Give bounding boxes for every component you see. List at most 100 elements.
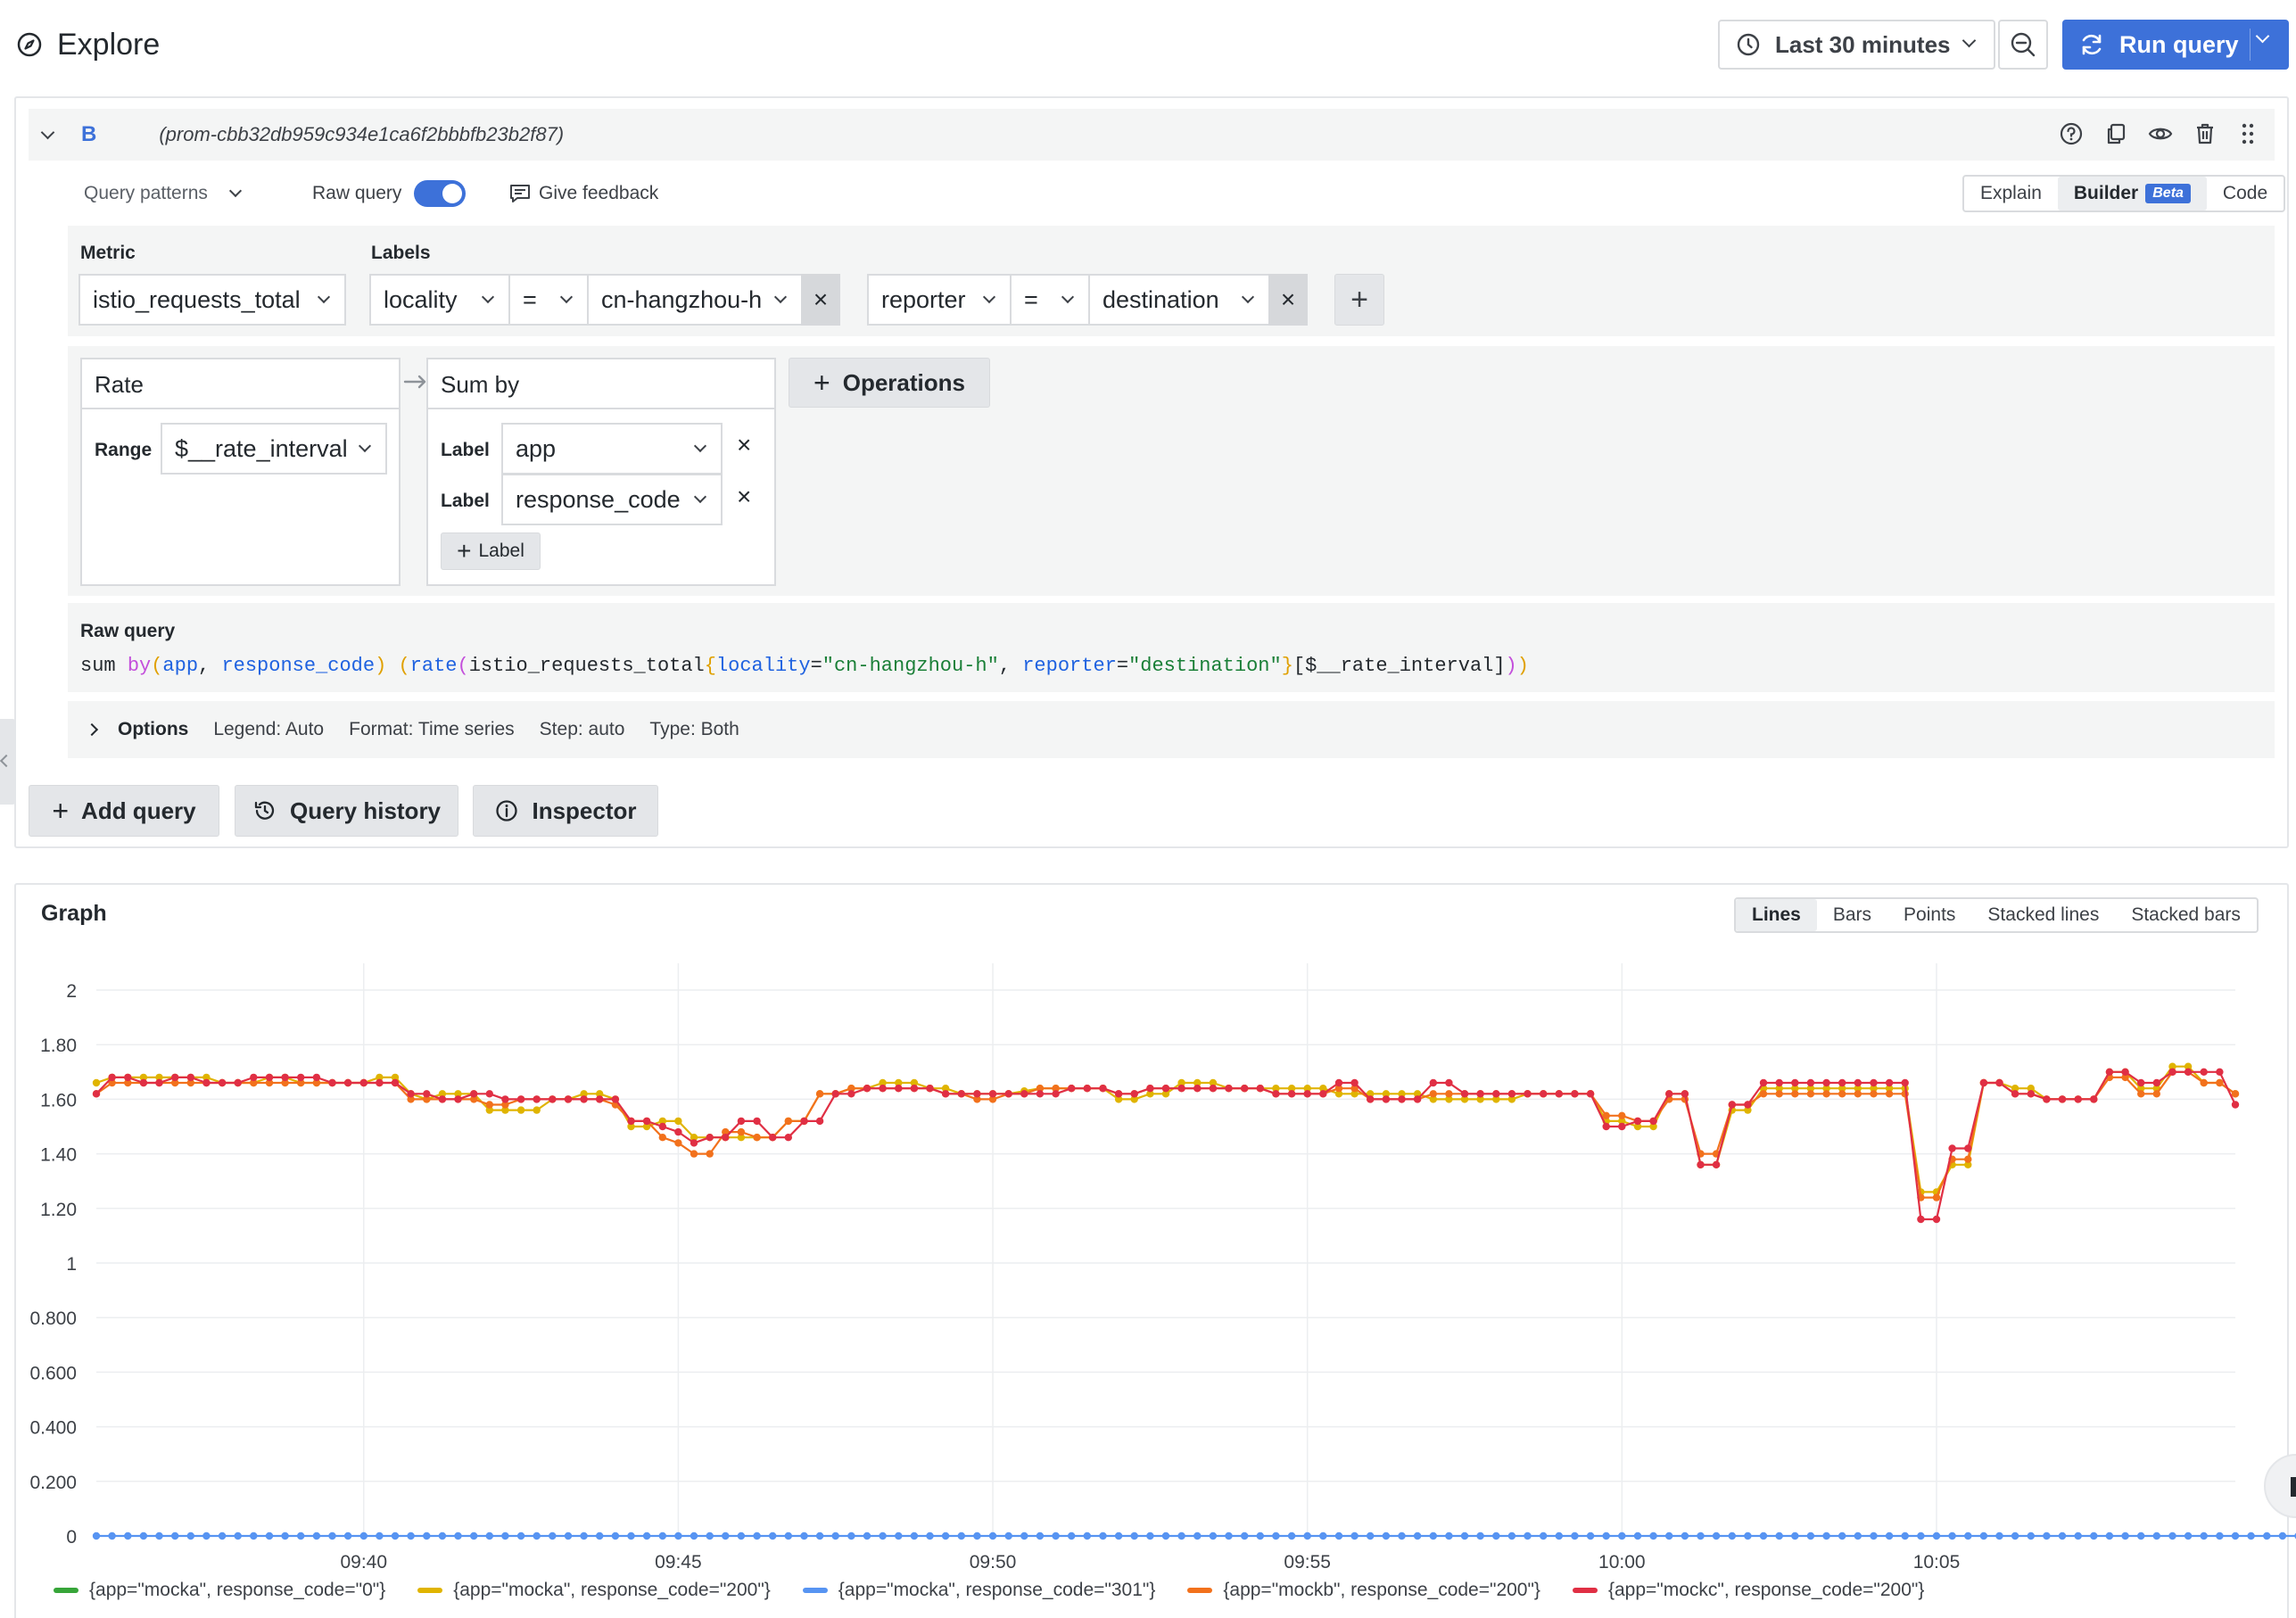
data-point (359, 1078, 368, 1087)
legend-item[interactable]: {app="mockb", response_code="200"} (1187, 1580, 1540, 1601)
view-lines[interactable]: Lines (1736, 899, 1817, 931)
data-point (92, 1078, 101, 1087)
chevron-down-icon (773, 290, 788, 304)
range-label: Range (95, 440, 153, 460)
data-point (501, 1095, 509, 1103)
chevron-down-icon (1962, 33, 1977, 48)
view-points[interactable]: Points (1887, 899, 1971, 931)
eye-icon[interactable] (2148, 121, 2173, 146)
data-point (250, 1531, 258, 1540)
data-point (863, 1531, 871, 1540)
data-point (155, 1531, 163, 1540)
view-bars[interactable]: Bars (1817, 899, 1887, 931)
time-range-picker[interactable]: Last 30 minutes (1718, 20, 1995, 70)
legend-label: {app="mocka", response_code="200"} (453, 1580, 771, 1600)
data-point (1161, 1085, 1170, 1093)
data-point (1995, 1531, 2003, 1540)
range-select[interactable]: $__rate_interval (161, 423, 387, 475)
data-point (328, 1531, 336, 1540)
y-tick-label: 1.60 (40, 1090, 77, 1110)
mode-code[interactable]: Code (2207, 177, 2284, 211)
time-series-chart[interactable]: 2 1.80 1.60 1.40 1.20 1 0.800 0.600 0.400 0.200 0 0… (0, 945, 2296, 1583)
label-value-select[interactable]: destination (1088, 274, 1270, 326)
sumby-label-select[interactable]: response_code (501, 474, 723, 525)
mode-builder[interactable]: Builder Beta (2057, 177, 2207, 211)
data-point (2152, 1090, 2160, 1098)
duplicate-icon[interactable] (2103, 121, 2128, 146)
label-value-select[interactable]: cn-hangzhou-h (587, 274, 803, 326)
data-point (1791, 1090, 1799, 1098)
data-point (516, 1531, 525, 1540)
view-stacked-lines-label: Stacked lines (1987, 904, 2100, 925)
legend-item[interactable]: {app="mockc", response_code="200"} (1572, 1580, 1924, 1601)
add-operation-button[interactable]: + Operations (789, 358, 990, 408)
remove-label-filter-button[interactable]: × (801, 274, 840, 326)
trash-icon[interactable] (2193, 121, 2218, 146)
data-point (124, 1073, 132, 1082)
data-point (1681, 1090, 1689, 1098)
label-operator-select[interactable]: = (1010, 274, 1090, 326)
view-stacked-lines[interactable]: Stacked lines (1971, 899, 2115, 931)
data-point (1964, 1144, 1972, 1152)
query-history-button[interactable]: Query history (235, 785, 458, 837)
run-query-button[interactable]: Run query (2062, 20, 2289, 70)
data-point (1775, 1078, 1783, 1087)
remove-sumby-label-button[interactable]: × (737, 433, 751, 458)
options-legend: Legend: Auto (213, 719, 325, 739)
drag-handle-icon[interactable] (2239, 121, 2257, 146)
data-point (973, 1531, 981, 1540)
data-point (1822, 1531, 1830, 1540)
zoom-out-button[interactable] (1998, 20, 2048, 70)
legend-item[interactable]: {app="mocka", response_code="301"} (802, 1580, 1155, 1601)
page-header: Explore (16, 25, 160, 64)
inspector-button[interactable]: Inspector (473, 785, 658, 837)
sumby-label-select[interactable]: app (501, 423, 723, 475)
data-point (281, 1073, 289, 1082)
side-collapse-handle[interactable] (0, 719, 16, 805)
data-point (658, 1531, 666, 1540)
metric-select[interactable]: istio_requests_total (78, 274, 346, 326)
add-sumby-label-button[interactable]: + Label (441, 532, 541, 570)
data-point (359, 1531, 368, 1540)
data-point (879, 1531, 887, 1540)
chevron-down-icon[interactable] (2255, 29, 2270, 44)
legend-item[interactable]: {app="mocka", response_code="200"} (417, 1580, 771, 1601)
add-label-filter-button[interactable]: + (1334, 274, 1384, 326)
data-point (1964, 1531, 1972, 1540)
label-key-select[interactable]: reporter (867, 274, 1012, 326)
data-point (376, 1078, 384, 1087)
query-patterns-dropdown[interactable]: Query patterns (84, 178, 242, 209)
data-point (250, 1073, 258, 1082)
mode-explain[interactable]: Explain (1964, 177, 2058, 211)
sumby-card-title: Sum by (428, 359, 774, 409)
legend-swatch (417, 1588, 443, 1593)
options-row[interactable]: Options Legend: Auto Format: Time series… (68, 701, 2275, 758)
view-lines-label: Lines (1752, 904, 1801, 925)
data-point (769, 1531, 777, 1540)
raw-query-toggle[interactable] (414, 180, 467, 207)
data-point (831, 1531, 839, 1540)
legend-item[interactable]: {app="mocka", response_code="0"} (54, 1580, 385, 1601)
data-point (1146, 1085, 1154, 1093)
view-stacked-bars[interactable]: Stacked bars (2115, 899, 2257, 931)
data-point (831, 1090, 839, 1098)
remove-sumby-label-button[interactable]: × (737, 484, 751, 509)
legend-swatch (54, 1588, 78, 1593)
data-point (1885, 1078, 1894, 1087)
give-feedback-link[interactable]: Give feedback (508, 178, 658, 209)
add-query-label: Add query (81, 797, 196, 824)
help-icon[interactable] (2059, 121, 2084, 146)
data-point (2168, 1531, 2176, 1540)
raw-query-token: ( (151, 655, 163, 677)
collapse-chevron-icon[interactable] (40, 125, 55, 139)
chevron-down-icon (693, 439, 707, 453)
data-point (407, 1090, 415, 1098)
add-query-button[interactable]: + Add query (29, 785, 219, 837)
remove-label-filter-button[interactable]: × (1268, 274, 1308, 326)
data-point (549, 1531, 557, 1540)
label-key-select[interactable]: locality (369, 274, 510, 326)
options-type: Type: Both (649, 719, 739, 739)
label-operator-select[interactable]: = (508, 274, 589, 326)
data-point (2137, 1078, 2145, 1087)
data-point (1744, 1101, 1752, 1109)
